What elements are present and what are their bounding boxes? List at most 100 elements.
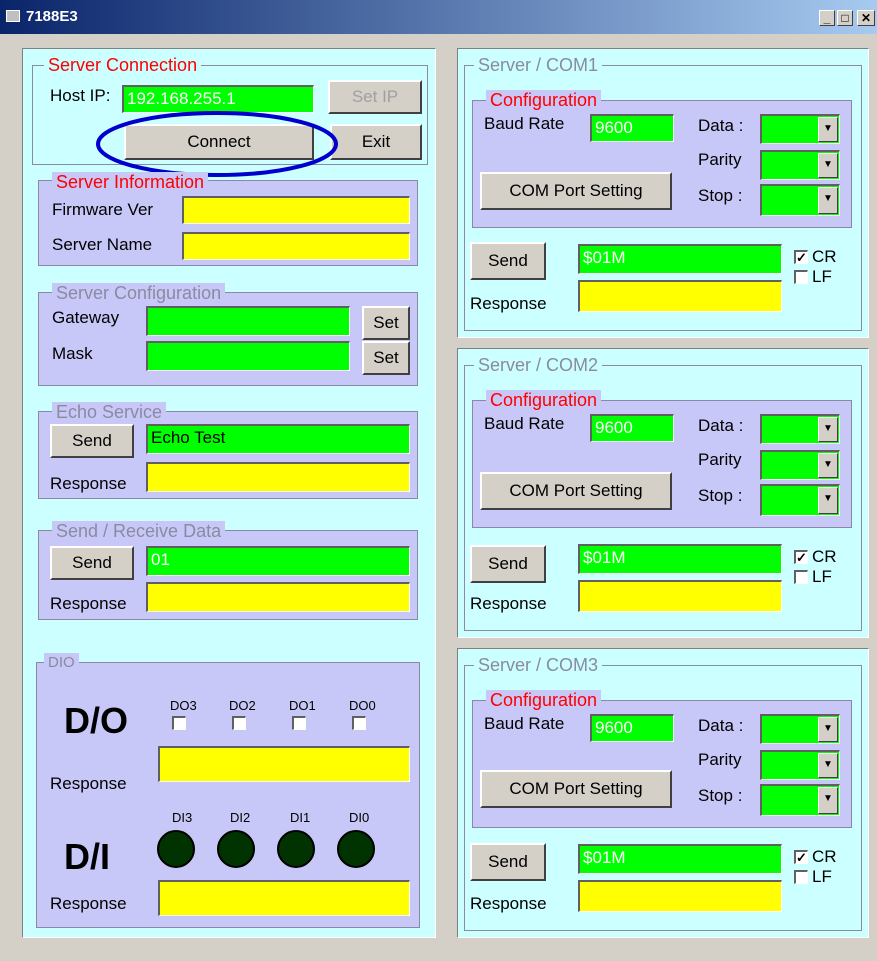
do1-label: DO1 (289, 698, 316, 713)
server-connection-legend: Server Connection (44, 55, 202, 75)
chevron-down-icon[interactable]: ▼ (818, 187, 838, 214)
com3-cr-checkbox[interactable]: ✓ (794, 850, 808, 864)
maximize-button[interactable]: □ (837, 10, 853, 26)
com1-cr-label: CR (812, 247, 837, 266)
com2-baud-field[interactable]: 9600 (590, 414, 674, 442)
com3-port-setting-button[interactable]: COM Port Setting (480, 770, 672, 808)
send-receive-legend: Send / Receive Data (52, 521, 226, 541)
com2-port-setting-button[interactable]: COM Port Setting (480, 472, 672, 510)
server-information-legend: Server Information (52, 172, 209, 192)
com2-lf-label: LF (812, 567, 832, 586)
chevron-down-icon[interactable]: ▼ (818, 453, 838, 478)
com1-data-select[interactable]: ▼ (760, 114, 840, 144)
com2-stop-label: Stop : (698, 486, 743, 505)
com2-parity-label: Parity (698, 450, 742, 469)
com1-baud-field[interactable]: 9600 (590, 114, 674, 142)
gateway-input[interactable] (146, 306, 350, 336)
data-send-button[interactable]: Send (50, 546, 134, 580)
com1-cr-checkbox[interactable]: ✓ (794, 250, 808, 264)
com2-lf-checkbox[interactable] (794, 570, 808, 584)
set-ip-button[interactable]: Set IP (328, 80, 422, 114)
echo-input[interactable]: Echo Test (146, 424, 410, 454)
chevron-down-icon[interactable]: ▼ (818, 487, 838, 514)
com1-lf-checkbox[interactable] (794, 270, 808, 284)
com1-lf-label: LF (812, 267, 832, 286)
com2-cr-checkbox[interactable]: ✓ (794, 550, 808, 564)
data-response-label: Response (50, 594, 127, 613)
com2-response-label: Response (470, 594, 547, 613)
com3-lf-label: LF (812, 867, 832, 886)
com3-send-button[interactable]: Send (470, 843, 546, 881)
mask-input[interactable] (146, 341, 350, 371)
do-response-label: Response (50, 774, 127, 793)
dio-legend: DIO (44, 653, 79, 673)
com1-send-input[interactable]: $01M (578, 244, 782, 274)
do1-checkbox[interactable] (292, 716, 306, 730)
set-mask-button[interactable]: Set (362, 341, 410, 375)
di-response-label: Response (50, 894, 127, 913)
app-icon[interactable] (6, 10, 20, 22)
com3-config-legend: Configuration (486, 690, 602, 710)
data-input[interactable]: 01 (146, 546, 410, 576)
do-title: D/O (64, 700, 129, 741)
gateway-label: Gateway (52, 308, 120, 327)
com3-stop-select[interactable]: ▼ (760, 784, 840, 816)
com2-parity-select[interactable]: ▼ (760, 450, 840, 480)
com1-response-label: Response (470, 294, 547, 313)
com3-lf-checkbox[interactable] (794, 870, 808, 884)
com3-send-input[interactable]: $01M (578, 844, 782, 874)
do2-checkbox[interactable] (232, 716, 246, 730)
window-title: 7188E3 (26, 8, 78, 25)
do0-label: DO0 (349, 698, 376, 713)
chevron-down-icon[interactable]: ▼ (818, 153, 838, 178)
com2-data-select[interactable]: ▼ (760, 414, 840, 444)
com3-data-select[interactable]: ▼ (760, 714, 840, 744)
chevron-down-icon[interactable]: ▼ (818, 717, 838, 742)
com1-parity-select[interactable]: ▼ (760, 150, 840, 180)
firmware-label: Firmware Ver (52, 200, 154, 219)
com1-legend: Server / COM1 (474, 55, 603, 75)
minimize-button[interactable]: _ (819, 10, 835, 26)
com2-stop-select[interactable]: ▼ (760, 484, 840, 516)
do3-checkbox[interactable] (172, 716, 186, 730)
com2-data-label: Data : (698, 416, 744, 435)
com2-send-input[interactable]: $01M (578, 544, 782, 574)
com3-response-field (578, 880, 782, 912)
close-button[interactable]: ✕ (857, 10, 875, 26)
chevron-down-icon[interactable]: ▼ (818, 753, 838, 778)
di0-label: DI0 (349, 810, 370, 825)
com3-baud-field[interactable]: 9600 (590, 714, 674, 742)
chevron-down-icon[interactable]: ▼ (818, 787, 838, 814)
di1-label: DI1 (290, 810, 311, 825)
highlight-ellipse (96, 111, 338, 177)
do2-label: DO2 (229, 698, 256, 713)
com2-send-button[interactable]: Send (470, 545, 546, 583)
com1-send-button[interactable]: Send (470, 242, 546, 280)
echo-service-legend: Echo Service (52, 402, 167, 422)
do0-checkbox[interactable] (352, 716, 366, 730)
com3-parity-select[interactable]: ▼ (760, 750, 840, 780)
data-response-field (146, 582, 410, 612)
chevron-down-icon[interactable]: ▼ (818, 417, 838, 442)
echo-response-label: Response (50, 474, 127, 493)
com3-parity-label: Parity (698, 750, 742, 769)
server-configuration-legend: Server Configuration (52, 283, 226, 303)
exit-button[interactable]: Exit (330, 124, 422, 160)
com1-stop-label: Stop : (698, 186, 743, 205)
chevron-down-icon[interactable]: ▼ (818, 117, 838, 142)
com1-stop-select[interactable]: ▼ (760, 184, 840, 216)
set-gateway-button[interactable]: Set (362, 306, 410, 340)
com2-cr-label: CR (812, 547, 837, 566)
com2-baud-label: Baud Rate (484, 414, 565, 433)
di2-label: DI2 (230, 810, 251, 825)
firmware-field (182, 196, 410, 224)
com3-baud-label: Baud Rate (484, 714, 565, 733)
mask-label: Mask (52, 344, 93, 363)
di-title: D/I (64, 836, 111, 877)
com3-cr-label: CR (812, 847, 837, 866)
com1-parity-label: Parity (698, 150, 742, 169)
com1-config-legend: Configuration (486, 90, 602, 110)
com1-port-setting-button[interactable]: COM Port Setting (480, 172, 672, 210)
di-response-field (158, 880, 410, 916)
echo-send-button[interactable]: Send (50, 424, 134, 458)
